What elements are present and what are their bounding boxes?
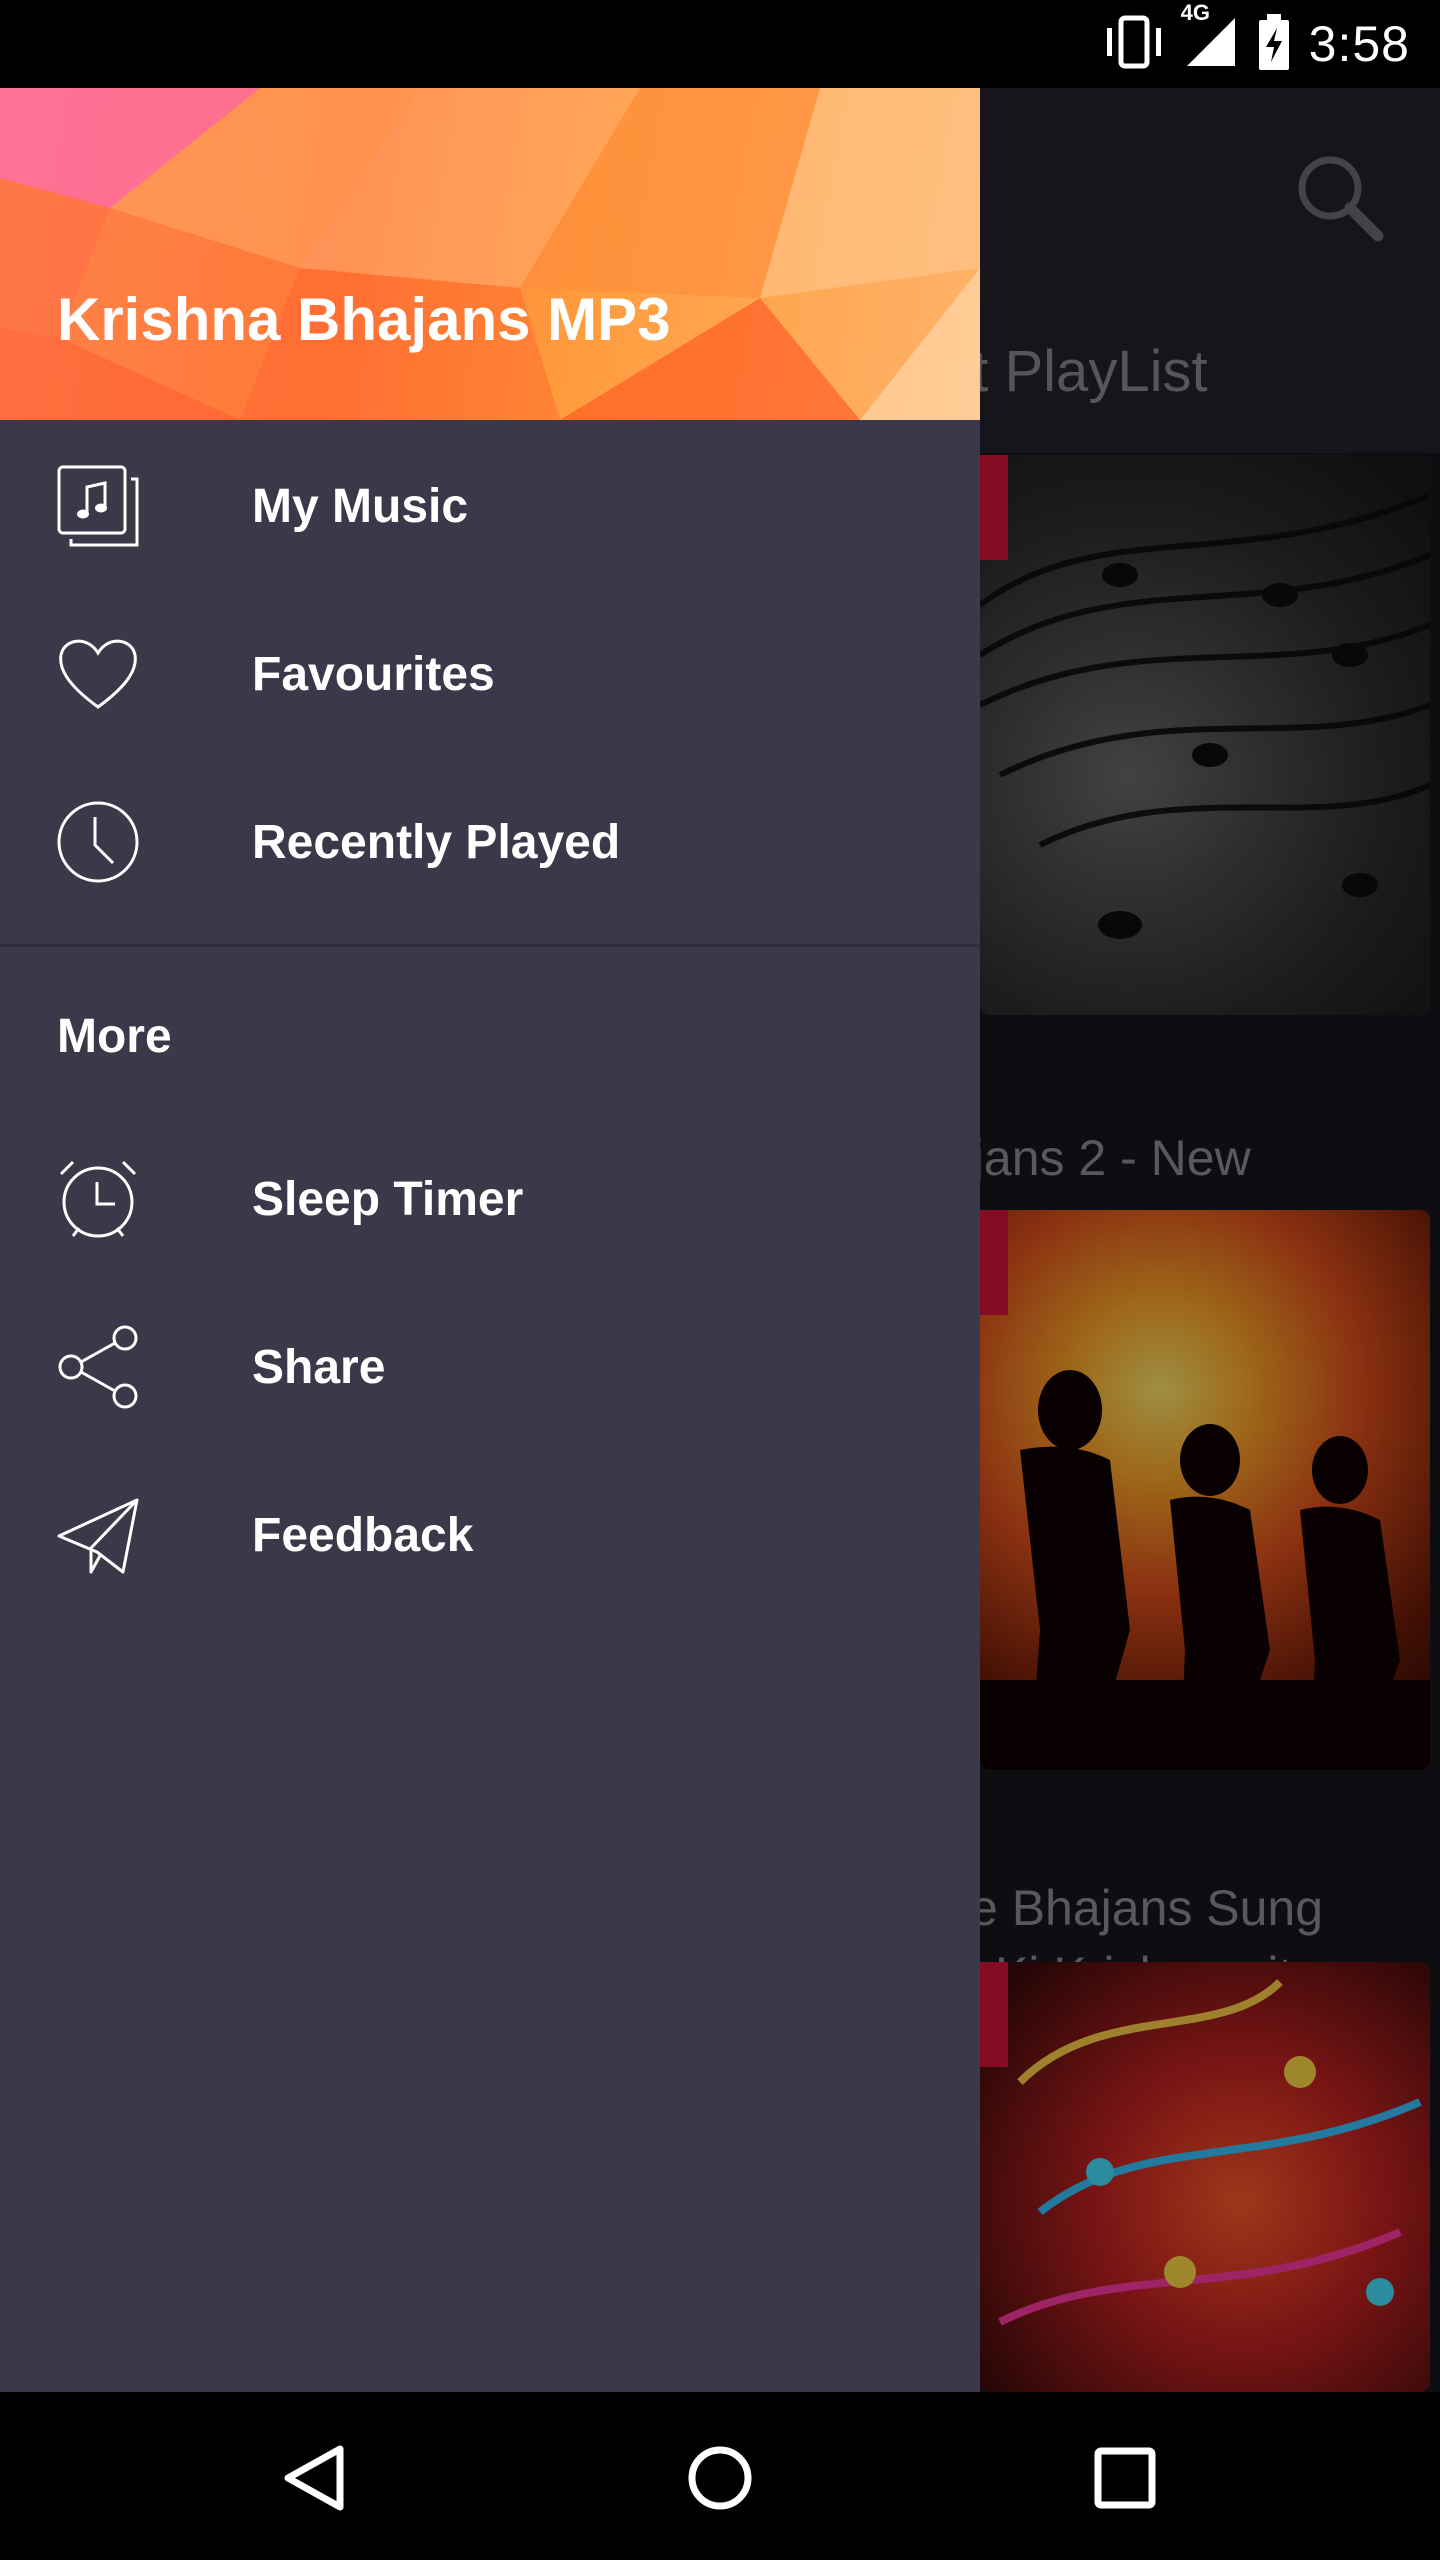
status-time: 3:58 — [1308, 16, 1410, 72]
heart-icon — [55, 631, 141, 717]
battery-charging-icon — [1257, 13, 1291, 75]
alarm-clock-icon — [55, 1156, 141, 1242]
menu-item-label: Recently Played — [252, 815, 621, 869]
drawer-primary-menu: My Music Favourites Recently Played — [0, 420, 980, 926]
status-bar: 4G 3:58 — [0, 0, 1440, 88]
menu-item-recently-played[interactable]: Recently Played — [0, 758, 980, 926]
network-type-label: 4G — [1180, 0, 1211, 25]
recents-icon[interactable] — [1075, 2428, 1175, 2528]
section-title-more: More — [57, 1009, 172, 1063]
header-pattern — [0, 88, 980, 420]
menu-item-label: Feedback — [252, 1508, 474, 1562]
status-icons: 4G 3:58 — [1103, 0, 1410, 88]
clock-icon — [55, 799, 141, 885]
back-icon[interactable] — [265, 2428, 365, 2528]
send-icon — [55, 1492, 141, 1578]
home-icon[interactable] — [670, 2428, 770, 2528]
menu-item-sleep-timer[interactable]: Sleep Timer — [0, 1115, 980, 1283]
menu-item-favourites[interactable]: Favourites — [0, 590, 980, 758]
signal-icon: 4G — [1181, 0, 1239, 75]
drawer-secondary-menu: Sleep Timer Share Feedback — [0, 1115, 980, 1619]
menu-item-label: Sleep Timer — [252, 1172, 524, 1226]
menu-item-feedback[interactable]: Feedback — [0, 1451, 980, 1619]
drawer-header: Krishna Bhajans MP3 — [0, 88, 980, 420]
app-title: Krishna Bhajans MP3 — [57, 286, 671, 353]
menu-item-my-music[interactable]: My Music — [0, 422, 980, 590]
menu-item-label: Favourites — [252, 647, 495, 701]
drawer-scrim[interactable] — [980, 88, 1440, 2392]
menu-item-label: My Music — [252, 479, 469, 533]
music-library-icon — [55, 463, 141, 549]
share-icon — [55, 1324, 141, 1410]
system-navigation-bar — [0, 2392, 1440, 2560]
menu-item-share[interactable]: Share — [0, 1283, 980, 1451]
screen: 4G 3:58 ot PlayList ajans 2 - New ye Bha… — [0, 0, 1440, 2560]
vibrate-icon — [1103, 14, 1165, 75]
navigation-drawer: Krishna Bhajans MP3 My Music Favourites … — [0, 88, 980, 2392]
menu-item-label: Share — [252, 1340, 386, 1394]
